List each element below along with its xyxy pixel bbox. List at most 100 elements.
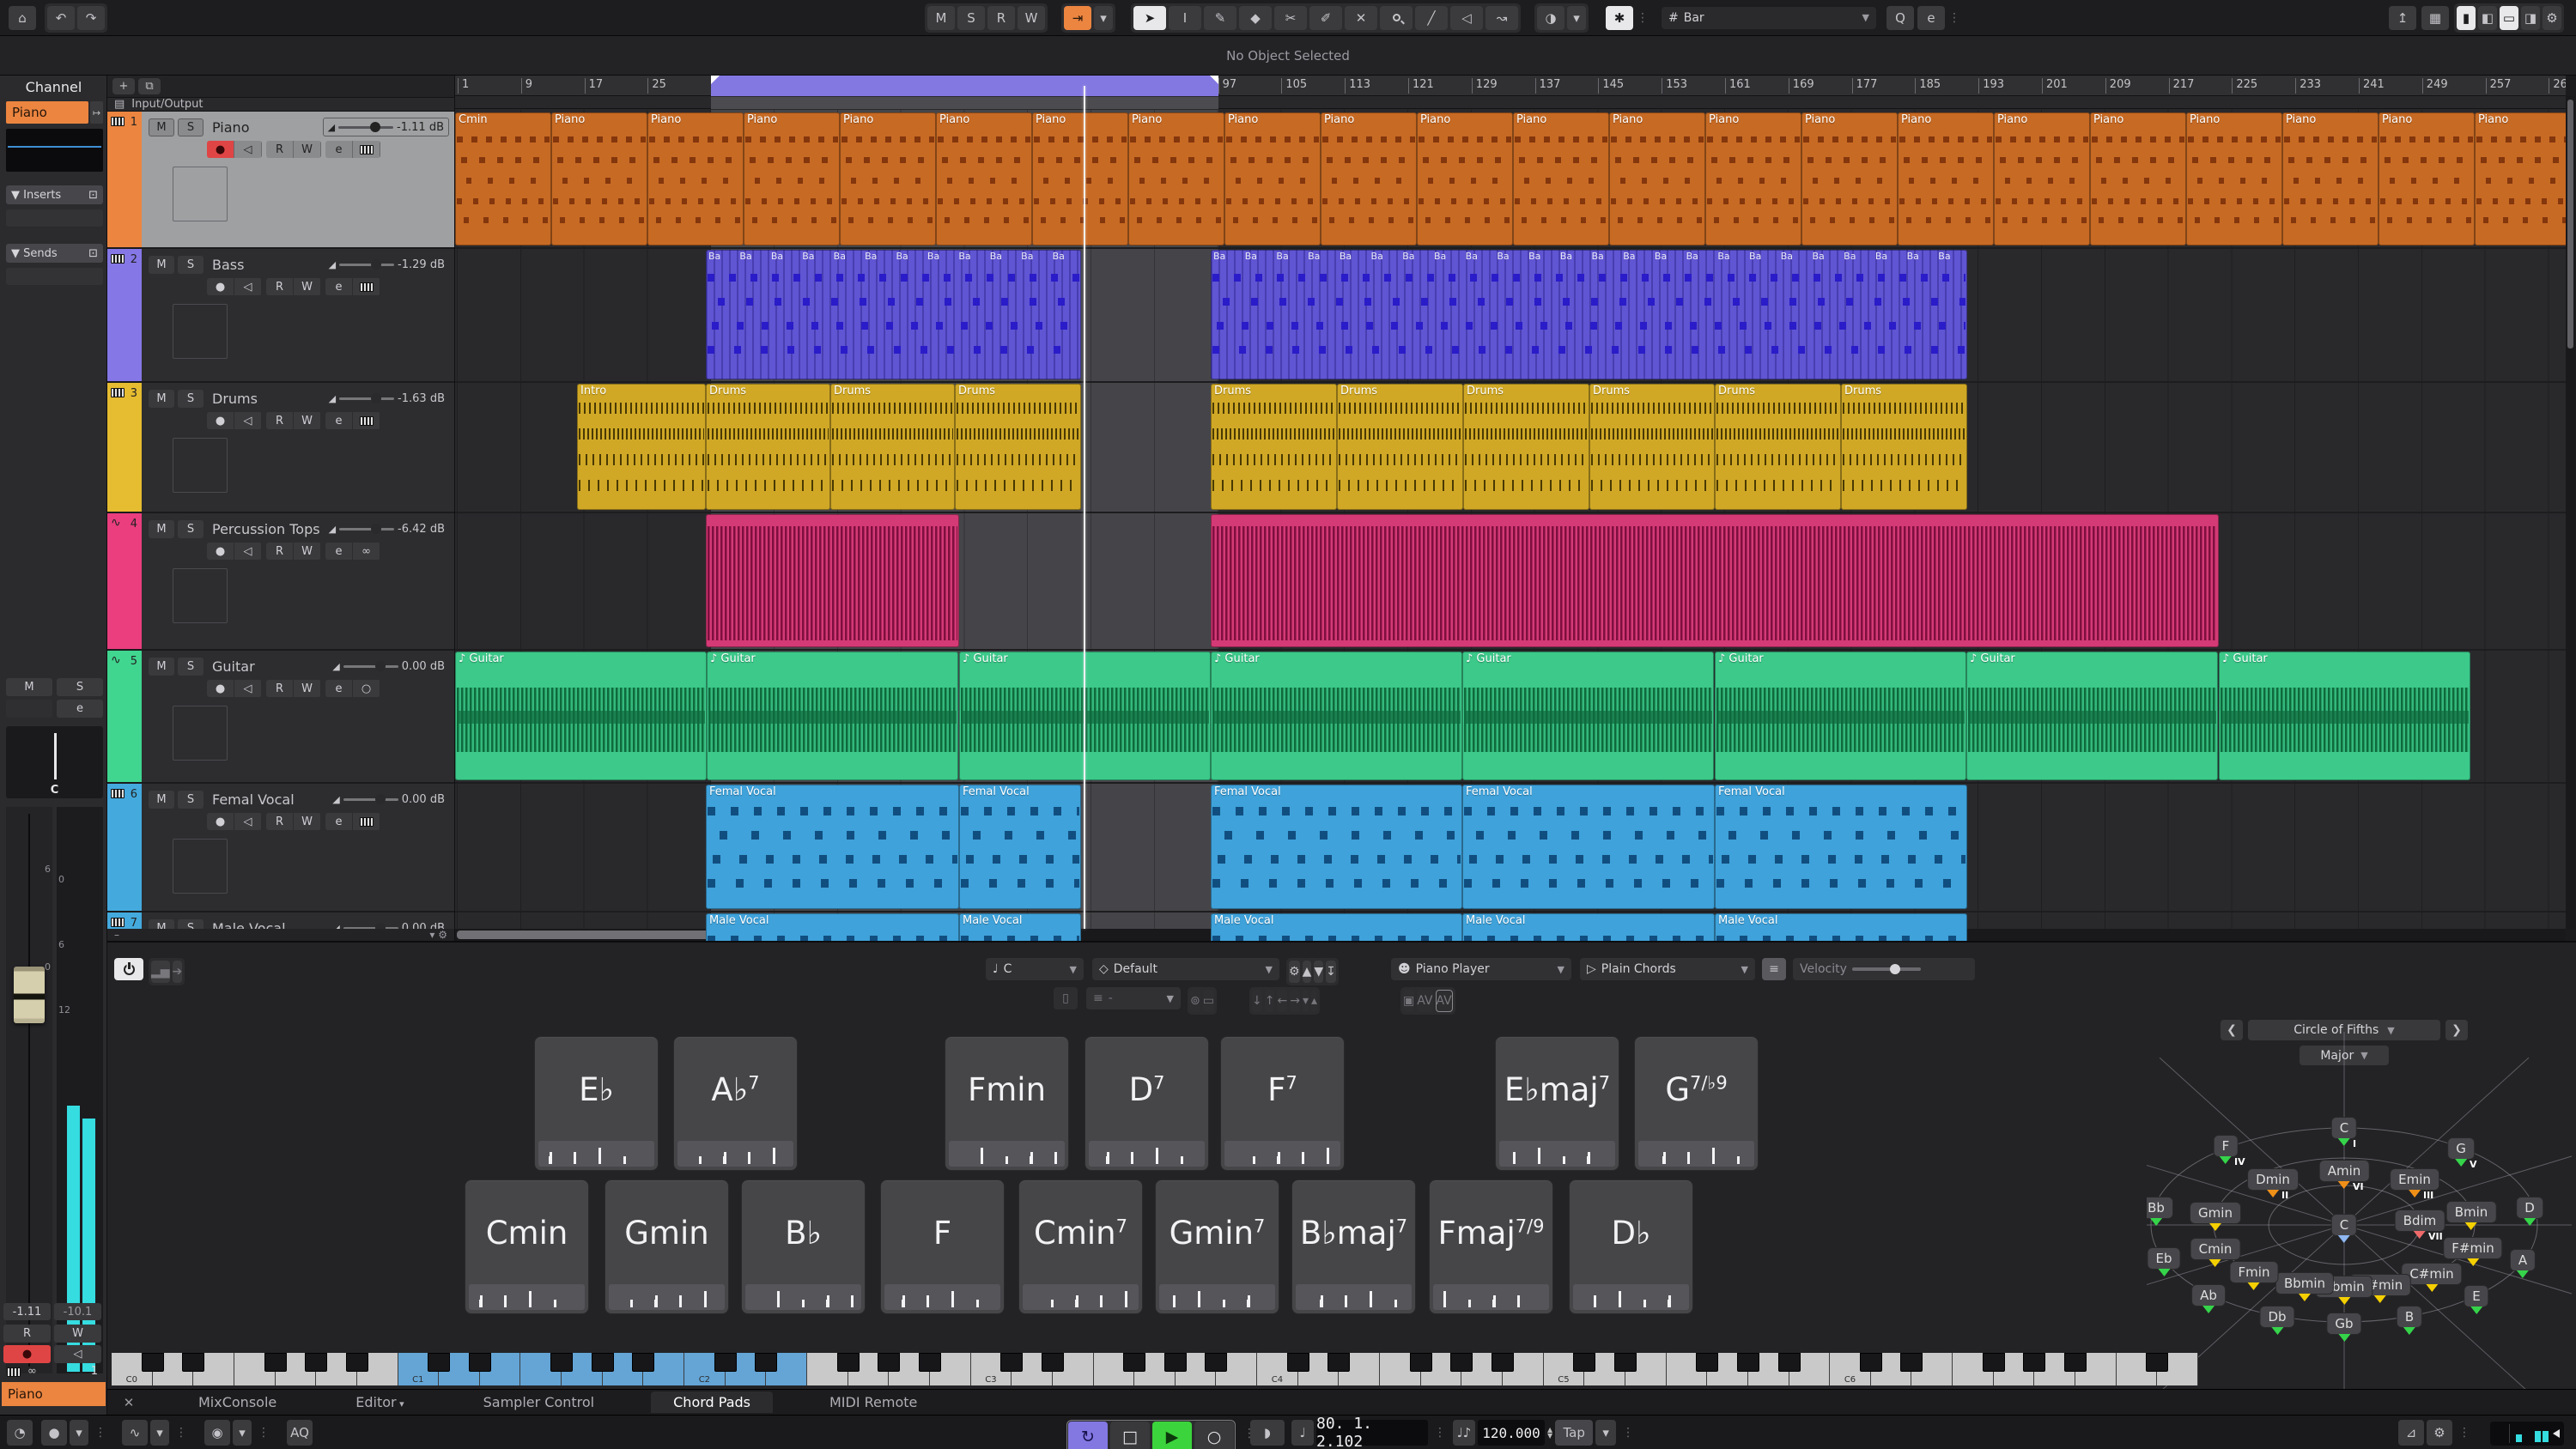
cycle-locator-bar[interactable] — [711, 76, 1218, 96]
volume-slider[interactable] — [339, 528, 394, 530]
channel-record-button[interactable]: ● — [3, 1345, 51, 1363]
track-header-piano[interactable]: 1MSPiano◢-1.11 dB●◁RWe — [107, 112, 454, 249]
transpose-up-icon[interactable]: ↑ — [1265, 990, 1275, 1012]
clip[interactable]: Intro — [577, 384, 706, 510]
clip[interactable]: ♪ Guitar — [1715, 652, 1966, 780]
save-preset-icon[interactable]: ↧ — [1326, 961, 1336, 983]
mute-all-button[interactable]: M — [927, 6, 955, 30]
clip[interactable]: BaBaBaBaBaBaBaBaBaBaBaBa — [706, 250, 1081, 379]
quantize-options-handle[interactable]: ⋮ — [1948, 11, 1961, 25]
track-monitor-button[interactable]: ◁ — [234, 680, 262, 697]
clip[interactable]: Piano — [2379, 112, 2475, 246]
clip[interactable]: Femal Vocal — [959, 785, 1081, 909]
track-expand-box[interactable] — [173, 167, 228, 221]
volume-slider[interactable] — [339, 264, 394, 266]
track-record-button[interactable]: ● — [207, 412, 234, 429]
tab-sampler-control[interactable]: Sampler Control — [461, 1391, 617, 1413]
track-mute-button[interactable]: M — [149, 256, 174, 274]
voicing-down-icon[interactable]: ▼ — [1314, 961, 1323, 983]
chevron-down-icon[interactable]: ▾ — [70, 1420, 88, 1446]
track-edit-button[interactable]: e — [325, 680, 353, 697]
position-handle[interactable]: ⋮ — [1434, 1426, 1447, 1440]
track-solo-button[interactable]: S — [178, 520, 204, 538]
chord-pad-fmaj[interactable]: Fmaj7/9 — [1429, 1179, 1553, 1314]
grid-type-select[interactable]: # Bar ▼ — [1662, 7, 1876, 29]
clip[interactable]: Male Vocal — [959, 913, 1081, 941]
range-selection-tool[interactable]: I — [1169, 6, 1201, 30]
track-instrument-icon[interactable] — [353, 412, 380, 429]
volume-slider[interactable] — [339, 397, 394, 400]
chevron-down-icon[interactable]: ▾ — [233, 1420, 252, 1446]
track-read-button[interactable]: R — [266, 141, 294, 158]
line-tool[interactable]: ╱ — [1415, 6, 1448, 30]
circle-node-g[interactable]: GV — [2447, 1137, 2475, 1160]
record-mode-icon[interactable]: ● — [41, 1420, 67, 1446]
piano-key-black[interactable] — [1778, 1353, 1801, 1372]
sends-bypass-icon[interactable]: ⊡ — [88, 247, 98, 260]
piano-key-black[interactable] — [1123, 1353, 1145, 1372]
circle-node-b[interactable]: B — [2397, 1306, 2422, 1328]
track-edit-button[interactable]: e — [325, 278, 353, 295]
track-volume-control[interactable]: ◢-6.42 dB — [325, 519, 449, 538]
piano-key-black[interactable] — [837, 1353, 860, 1372]
channel-fader[interactable]: 6 0 — [6, 807, 52, 1373]
clip[interactable] — [706, 514, 959, 647]
left-zone-toggle[interactable]: ▮ — [2457, 6, 2476, 30]
track-header-bass[interactable]: 2MSBass◢-1.29 dB●◁RWe — [107, 249, 454, 383]
piano-key-black[interactable] — [1696, 1353, 1718, 1372]
piano-key-black[interactable] — [1000, 1353, 1023, 1372]
erase-tool[interactable]: ◆ — [1239, 6, 1272, 30]
tempo-spinner[interactable]: ▲▼ — [1547, 1427, 1552, 1439]
track-monitor-button[interactable]: ◁ — [234, 412, 262, 429]
piano-key-black[interactable] — [1492, 1353, 1514, 1372]
clip[interactable]: ♪ Guitar — [2219, 652, 2470, 780]
chevron-down-icon[interactable]: ▾ — [150, 1420, 169, 1446]
clip[interactable]: BaBaBaBaBaBaBaBaBaBaBaBaBaBaBaBaBaBaBaBa… — [1211, 250, 1967, 379]
circle-node-fmin[interactable]: Fmin — [2230, 1261, 2279, 1283]
track-solo-button[interactable]: S — [178, 256, 204, 274]
track-instrument-icon[interactable] — [353, 141, 380, 158]
circle-node-d[interactable]: D — [2516, 1197, 2543, 1219]
autoscroll-button[interactable]: ⇥ — [1064, 6, 1091, 30]
volume-slider[interactable] — [338, 126, 393, 129]
clip[interactable]: Femal Vocal — [1715, 785, 1967, 909]
track-expand-box[interactable] — [173, 568, 228, 623]
piano-key-black[interactable] — [1410, 1353, 1432, 1372]
voicing-options-button[interactable]: ≡ — [1762, 958, 1786, 980]
piano-key-black[interactable] — [755, 1353, 777, 1372]
clip[interactable]: Piano — [1032, 112, 1128, 246]
tab-chord-pads[interactable]: Chord Pads — [651, 1391, 773, 1413]
autoscroll-menu-button[interactable]: ▾ — [1094, 6, 1113, 30]
piano-key-black[interactable] — [2064, 1353, 2087, 1372]
track-edit-button[interactable]: e — [325, 543, 353, 560]
playhead-cursor[interactable] — [1084, 86, 1085, 929]
piano-key-black[interactable] — [1614, 1353, 1637, 1372]
color-menu-button[interactable]: ▾ — [1567, 6, 1586, 30]
track-monitor-button[interactable]: ◁ — [234, 813, 262, 830]
vertical-scrollbar[interactable] — [2566, 96, 2575, 929]
clip[interactable]: Piano — [2475, 112, 2566, 246]
voicing-up-icon[interactable]: ▲ — [1303, 961, 1312, 983]
track-write-button[interactable]: W — [294, 543, 321, 560]
track-list-settings[interactable]: ▾ ⚙ — [429, 929, 447, 941]
track-header-guitar[interactable]: ∿5MSGuitar◢0.00 dB●◁RWe○ — [107, 651, 454, 784]
chord-pad-g[interactable]: G7/♭9 — [1634, 1036, 1759, 1171]
velocity-thumb[interactable] — [1890, 964, 1900, 974]
clip[interactable]: Piano — [1801, 112, 1898, 246]
clock-icon[interactable]: ◔ — [7, 1420, 33, 1446]
redo-button[interactable]: ↷ — [77, 6, 105, 30]
insert-slot-empty[interactable] — [6, 209, 103, 227]
track-write-button[interactable]: W — [294, 141, 321, 158]
track-lane-vocal[interactable]: Femal VocalFemal VocalFemal VocalFemal V… — [455, 784, 2566, 912]
velocity-slider[interactable]: Velocity — [1793, 958, 1975, 980]
channel-tab[interactable]: Channel — [0, 79, 107, 95]
chord-pad-eb[interactable]: E♭ — [534, 1036, 659, 1171]
waveform-icon[interactable]: ∿ — [122, 1420, 148, 1446]
channel-pan-control[interactable]: C — [6, 726, 103, 798]
channel-edit-button[interactable]: e — [57, 700, 103, 718]
clip[interactable]: Male Vocal — [1462, 913, 1715, 941]
piano-key-black[interactable] — [1737, 1353, 1759, 1372]
track-mute-button[interactable]: M — [149, 658, 174, 676]
tempo-display[interactable]: 120.000 — [1478, 1420, 1545, 1446]
circle-node-gb[interactable]: Gb — [2326, 1313, 2361, 1335]
